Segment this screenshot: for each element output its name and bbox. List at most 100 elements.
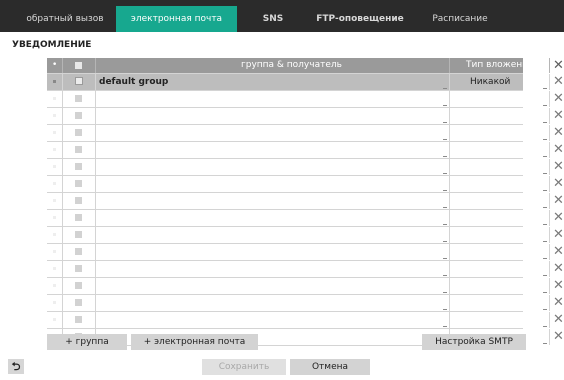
attachment-cell[interactable] bbox=[450, 91, 550, 107]
tab-schedule[interactable]: Расписание bbox=[415, 6, 505, 32]
table-row[interactable]: ✕ bbox=[47, 125, 564, 142]
group-cell[interactable] bbox=[96, 278, 450, 294]
delete-cell[interactable]: ✕ bbox=[550, 176, 564, 192]
delete-cell[interactable]: ✕ bbox=[550, 295, 564, 311]
attachment-cell[interactable] bbox=[450, 125, 550, 141]
row-checkbox[interactable] bbox=[75, 197, 82, 204]
group-cell[interactable] bbox=[96, 176, 450, 192]
delete-row-icon[interactable]: ✕ bbox=[553, 261, 564, 277]
attachment-cell[interactable] bbox=[450, 159, 550, 175]
group-cell[interactable] bbox=[96, 244, 450, 260]
row-checkbox[interactable] bbox=[75, 112, 82, 119]
delete-cell[interactable]: ✕ bbox=[550, 91, 564, 107]
delete-row-icon[interactable]: ✕ bbox=[553, 227, 564, 243]
back-arrow-icon[interactable]: ⮌ bbox=[8, 359, 24, 374]
delete-row-icon[interactable]: ✕ bbox=[553, 159, 564, 175]
delete-row-icon[interactable]: ✕ bbox=[553, 142, 564, 158]
table-row[interactable]: ✕ bbox=[47, 244, 564, 261]
delete-row-icon[interactable]: ✕ bbox=[553, 125, 564, 141]
delete-all-icon[interactable]: ✕ bbox=[553, 58, 564, 73]
row-select[interactable] bbox=[63, 125, 96, 141]
row-select[interactable] bbox=[63, 261, 96, 277]
table-row[interactable]: ✕ bbox=[47, 193, 564, 210]
attachment-cell[interactable] bbox=[450, 295, 550, 311]
row-select[interactable] bbox=[63, 193, 96, 209]
delete-cell[interactable]: ✕ bbox=[550, 108, 564, 124]
delete-cell[interactable]: ✕ bbox=[550, 193, 564, 209]
attachment-cell[interactable] bbox=[450, 142, 550, 158]
row-select[interactable] bbox=[63, 142, 96, 158]
delete-cell[interactable]: ✕ bbox=[550, 244, 564, 260]
add-group-button[interactable]: + группа bbox=[47, 334, 127, 350]
attachment-cell[interactable] bbox=[450, 244, 550, 260]
attachment-cell[interactable] bbox=[450, 193, 550, 209]
row-select[interactable] bbox=[63, 278, 96, 294]
row-checkbox[interactable] bbox=[75, 231, 82, 238]
group-cell[interactable]: default group bbox=[96, 74, 450, 90]
table-row[interactable]: ✕ bbox=[47, 312, 564, 329]
row-checkbox[interactable] bbox=[75, 163, 82, 170]
attachment-cell[interactable] bbox=[450, 312, 550, 328]
row-select[interactable] bbox=[63, 91, 96, 107]
tab-ftp-alert[interactable]: FTP-оповещение bbox=[305, 6, 415, 32]
delete-row-icon[interactable]: ✕ bbox=[553, 91, 564, 107]
group-cell[interactable] bbox=[96, 142, 450, 158]
smtp-settings-button[interactable]: Настройка SMTP bbox=[422, 334, 526, 350]
delete-row-icon[interactable]: ✕ bbox=[553, 176, 564, 192]
row-checkbox[interactable] bbox=[75, 265, 82, 272]
tab-callback[interactable]: обратный вызов bbox=[10, 6, 120, 32]
row-select[interactable] bbox=[63, 108, 96, 124]
delete-cell[interactable]: ✕ bbox=[550, 142, 564, 158]
row-checkbox[interactable] bbox=[75, 282, 82, 289]
delete-row-icon[interactable]: ✕ bbox=[553, 210, 564, 226]
header-delete-all[interactable]: ✕ bbox=[550, 58, 564, 73]
row-checkbox[interactable] bbox=[75, 214, 82, 221]
row-checkbox[interactable] bbox=[75, 316, 82, 323]
row-checkbox[interactable] bbox=[75, 180, 82, 187]
group-cell[interactable] bbox=[96, 227, 450, 243]
table-row[interactable]: ✕ bbox=[47, 210, 564, 227]
row-select[interactable] bbox=[63, 176, 96, 192]
table-row[interactable]: ✕ bbox=[47, 108, 564, 125]
row-checkbox[interactable] bbox=[75, 299, 82, 306]
attachment-cell[interactable] bbox=[450, 278, 550, 294]
row-checkbox[interactable] bbox=[75, 95, 82, 102]
row-checkbox[interactable] bbox=[75, 248, 82, 255]
row-select[interactable] bbox=[63, 210, 96, 226]
tab-sns[interactable]: SNS bbox=[243, 6, 303, 32]
delete-row-icon[interactable]: ✕ bbox=[553, 278, 564, 294]
group-cell[interactable] bbox=[96, 261, 450, 277]
table-row[interactable]: default group Никакой ✕ bbox=[47, 74, 564, 91]
delete-cell[interactable]: ✕ bbox=[550, 329, 564, 345]
table-row[interactable]: ✕ bbox=[47, 176, 564, 193]
add-email-button[interactable]: + электронная почта bbox=[131, 334, 258, 350]
row-select[interactable] bbox=[63, 74, 96, 90]
delete-cell[interactable]: ✕ bbox=[550, 74, 564, 90]
group-cell[interactable] bbox=[96, 159, 450, 175]
group-cell[interactable] bbox=[96, 312, 450, 328]
table-row[interactable]: ✕ bbox=[47, 278, 564, 295]
row-select[interactable] bbox=[63, 244, 96, 260]
delete-cell[interactable]: ✕ bbox=[550, 261, 564, 277]
row-select[interactable] bbox=[63, 312, 96, 328]
header-select-all[interactable] bbox=[63, 58, 96, 73]
table-row[interactable]: ✕ bbox=[47, 142, 564, 159]
attachment-cell[interactable] bbox=[450, 108, 550, 124]
attachment-cell[interactable] bbox=[450, 227, 550, 243]
group-cell[interactable] bbox=[96, 108, 450, 124]
delete-row-icon[interactable]: ✕ bbox=[553, 329, 564, 345]
attachment-cell[interactable] bbox=[450, 210, 550, 226]
delete-row-icon[interactable]: ✕ bbox=[553, 108, 564, 124]
delete-cell[interactable]: ✕ bbox=[550, 159, 564, 175]
attachment-cell[interactable]: Никакой bbox=[450, 74, 550, 90]
delete-cell[interactable]: ✕ bbox=[550, 312, 564, 328]
attachment-cell[interactable] bbox=[450, 261, 550, 277]
group-cell[interactable] bbox=[96, 193, 450, 209]
save-button[interactable]: Сохранить bbox=[202, 359, 286, 375]
row-checkbox[interactable] bbox=[75, 129, 82, 136]
row-checkbox[interactable] bbox=[75, 77, 83, 85]
row-select[interactable] bbox=[63, 295, 96, 311]
delete-row-icon[interactable]: ✕ bbox=[553, 193, 564, 209]
delete-row-icon[interactable]: ✕ bbox=[553, 295, 564, 311]
table-row[interactable]: ✕ bbox=[47, 227, 564, 244]
